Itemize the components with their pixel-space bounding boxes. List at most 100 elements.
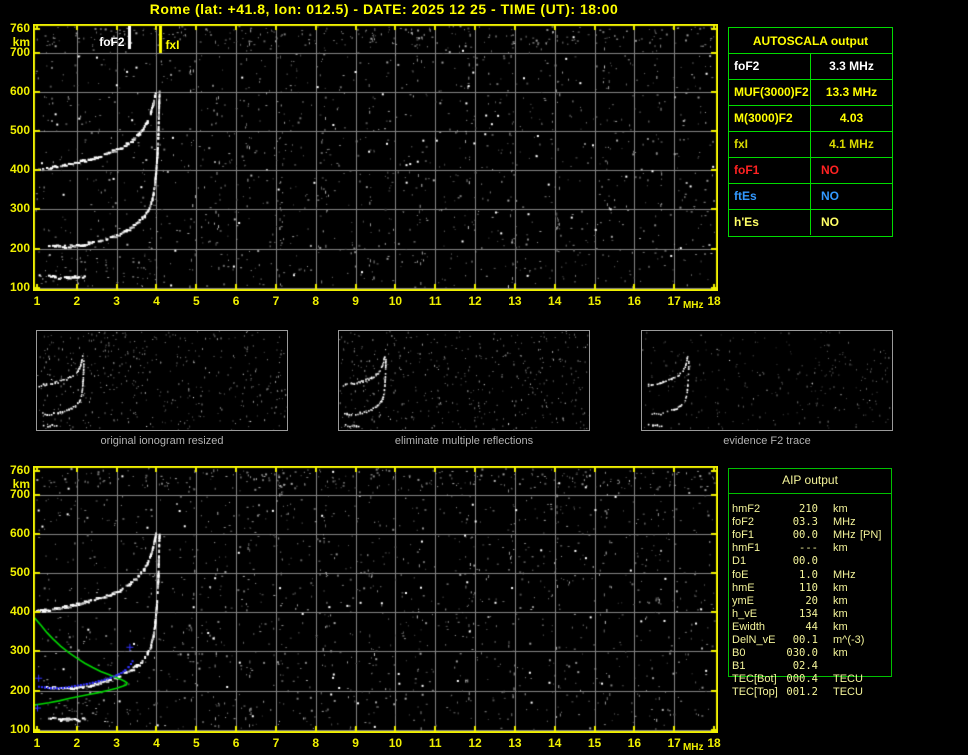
x-tick-label: 1 (33, 294, 41, 308)
thumb-evidence-canvas (642, 331, 892, 430)
x-tick-label: 12 (468, 294, 482, 308)
fxi-marker-label: fxI (165, 38, 180, 52)
y-tick-label: 500 (9, 565, 30, 580)
aip-row-tec-bot-: TEC[Bot] 000.4 TECU (728, 673, 898, 686)
x-tick-label: 8 (312, 294, 320, 308)
aip-row-ewidth: Ewidth 44 km (728, 621, 898, 634)
autoscala-row-label: MUF(3000)F2 (729, 80, 811, 105)
bottom-ionogram-plot (33, 466, 718, 733)
x-tick-label: 17 (667, 736, 681, 750)
autoscala-row-m-3000-f2: M(3000)F2 4.03 (729, 105, 892, 131)
aip-row-b1: B1 02.4 (728, 660, 898, 673)
x-tick-label: 14 (548, 736, 562, 750)
aip-row-label: hmF1 (732, 542, 761, 555)
autoscala-row-value: 13.3 MHz (825, 85, 878, 99)
x-tick-label: 17 (667, 294, 681, 308)
autoscala-row-muf-3000-f2: MUF(3000)F2 13.3 MHz (729, 79, 892, 105)
aip-row-label: foF1 (732, 529, 755, 542)
y-tick-label: 500 (9, 123, 30, 138)
aip-row-unit: km (833, 607, 848, 620)
autoscala-row-label: M(3000)F2 (729, 106, 811, 131)
aip-row-value: 1.0 (799, 568, 818, 581)
x-tick-label: 18 (707, 294, 721, 308)
x-tick-label: 4 (153, 294, 160, 308)
thumb-evidence-f2 (641, 330, 893, 431)
aip-output-panel: AIP output hmF2 210 km foF2 03.3 MHz foF1 00.0 M… (728, 468, 898, 708)
station-date-time-title: Rome (lat: +41.8, lon: 012.5) - DATE: 20… (149, 1, 619, 17)
autoscala-row-value: 4.1 MHz (829, 137, 874, 151)
y-tick-label: 400 (9, 162, 30, 177)
aip-row-unit: MHz (833, 568, 856, 581)
aip-row-value: 00.0 (792, 529, 818, 542)
autoscala-row-fof2: foF2 3.3 MHz (729, 53, 892, 79)
aip-row-hmf1: hmF1 --- km (728, 542, 898, 555)
aip-row-label: foE (732, 568, 749, 581)
aip-row-fof1: foF1 00.0 MHz [PN] (728, 529, 898, 542)
aip-row-unit: MHz (833, 529, 856, 542)
x-tick-label: 10 (388, 736, 403, 750)
x-tick-label: 7 (272, 294, 280, 308)
x-tick-label: 13 (508, 294, 522, 308)
autoscala-row-value: 3.3 MHz (829, 59, 874, 73)
x-tick-label: 9 (352, 736, 359, 750)
x-tick-label: 15 (587, 294, 602, 308)
x-tick-label: 13 (508, 736, 522, 750)
x-tick-label: 3 (113, 294, 120, 308)
y-tick-label: 760 (9, 463, 30, 478)
autoscala-row-label: ftEs (729, 184, 811, 209)
aip-row-value: 44 (805, 620, 818, 633)
y-tick-label: 700 (9, 486, 30, 501)
aip-row-value: 02.4 (792, 660, 818, 673)
thumb-eliminate-canvas (339, 331, 589, 430)
y-tick-label: 300 (9, 643, 30, 658)
aip-row-extra: [PN] (860, 529, 882, 542)
thumb-original-caption: original ionogram resized (100, 435, 224, 447)
y-tick-label: 200 (9, 682, 30, 697)
aip-row-unit: TECU (833, 673, 863, 686)
aip-row-label: Ewidth (732, 620, 766, 633)
x-tick-label: 16 (627, 294, 642, 308)
aip-row-label: foF2 (732, 516, 755, 529)
x-tick-label: 18 (707, 736, 721, 750)
y-tick-label: 400 (9, 604, 30, 619)
aip-panel-header: AIP output (782, 473, 838, 487)
x-tick-label: 10 (388, 294, 403, 308)
aip-row-unit: MHz (833, 516, 856, 529)
y-tick-label: 600 (9, 525, 30, 540)
autoscala-row-fxi: fxI 4.1 MHz (729, 131, 892, 157)
aip-row-value: 00.1 (792, 634, 818, 646)
aip-row-value: --- (799, 542, 818, 555)
autoscala-row-label: h'Es (729, 210, 811, 235)
x-tick-label: 4 (153, 736, 160, 750)
x-tick-label: 11 (428, 736, 442, 750)
autoscala-row-h-es: h'Es NO (729, 209, 892, 235)
aip-row-label: ymE (732, 594, 754, 607)
x-tick-label: 14 (548, 294, 562, 308)
aip-row-label: h_vE (732, 607, 758, 620)
aip-row-label: B1 (732, 660, 746, 673)
aip-row-unit: m^(-3) (833, 634, 865, 646)
y-tick-label: 100 (9, 721, 30, 736)
x-tick-label: 3 (113, 736, 120, 750)
autoscala-row-value: NO (821, 215, 839, 229)
x-tick-label: 11 (428, 294, 442, 308)
aip-row-unit: km (833, 503, 848, 515)
aip-row-unit: km (833, 581, 848, 594)
aip-row-unit: km (833, 620, 848, 633)
aip-row-label: D1 (732, 555, 747, 568)
autoscala-row-label: foF1 (729, 158, 811, 183)
x-tick-label: 2 (73, 294, 81, 308)
aip-row-unit: km (833, 542, 848, 555)
aip-row-hmf2: hmF2 210 km (728, 503, 898, 516)
x-tick-label: 1 (33, 736, 41, 750)
x-tick-label: 16 (627, 736, 642, 750)
autoscala-row-value: NO (821, 163, 839, 177)
autoscala-row-fof1: foF1 NO (729, 157, 892, 183)
x-axis-unit-label: MHz (682, 300, 704, 311)
aip-row-hme: hmE 110 km (728, 582, 898, 595)
aip-row-value: 030.0 (786, 647, 818, 660)
aip-row-value: 001.2 (786, 686, 818, 699)
aip-header-divider (728, 493, 892, 494)
aip-row-unit: km (833, 594, 848, 607)
x-tick-label: 15 (587, 736, 602, 750)
